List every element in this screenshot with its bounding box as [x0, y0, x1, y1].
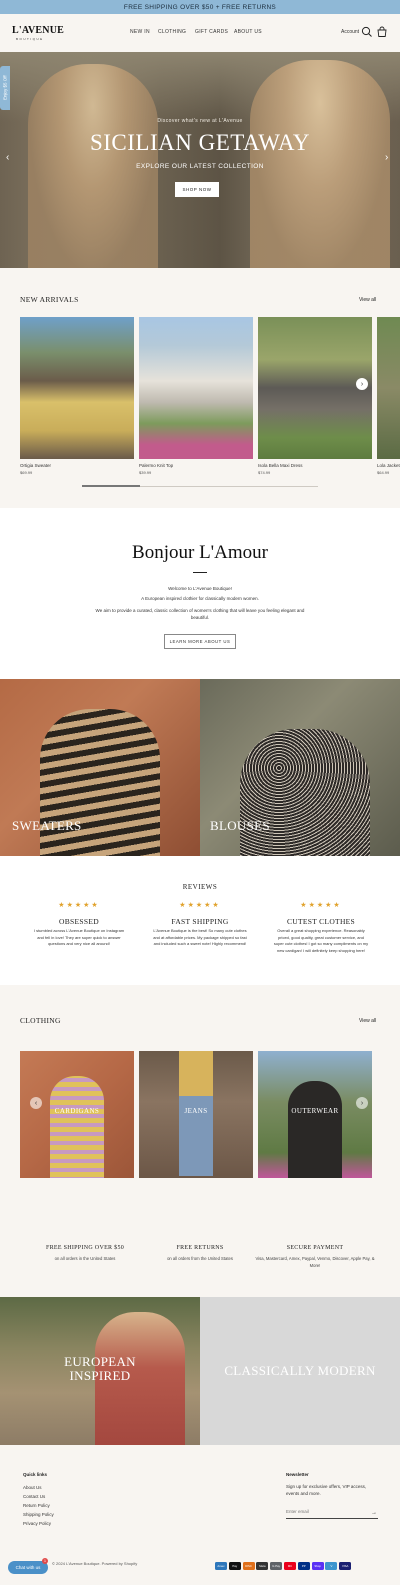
jeans-top: [179, 1051, 213, 1096]
feature-body: on all orders in the United States: [54, 1256, 116, 1261]
title-divider: [193, 572, 207, 573]
blouses-model: [240, 729, 370, 856]
product-image-palermo-knit-top[interactable]: [139, 317, 253, 459]
newsletter-email-input[interactable]: Enter email: [286, 1509, 378, 1519]
review-heading: FAST SHIPPING: [171, 917, 229, 926]
hero-subtitle: EXPLORE OUR LATEST COLLECTION: [136, 163, 264, 170]
product-price: $64.99: [377, 470, 390, 475]
about-welcome: Welcome to L'Avenue Boutique!: [168, 586, 232, 591]
cardigans-model: [50, 1076, 104, 1178]
product-name[interactable]: Ortigia Sweater: [20, 463, 51, 468]
clothing-tile-cardigans[interactable]: CARDIGANS: [20, 1051, 134, 1178]
feature-title: SECURE PAYMENT: [286, 1245, 344, 1251]
promo-right-text: CLASSICALLY MODERN: [224, 1363, 376, 1378]
review-body: L'Avenue Boutique is the best! So many c…: [153, 928, 247, 946]
announcement-bar: FREE SHIPPING OVER $50 + FREE RETURNS: [0, 0, 400, 14]
new-arrivals-title: NEW ARRIVALS: [20, 295, 79, 304]
nav-clothing[interactable]: CLOTHING: [158, 29, 186, 35]
hero-kicker: Discover what's new at L'Avenue: [157, 118, 243, 124]
new-arrivals-view-all[interactable]: View all: [359, 297, 376, 303]
clothing-tile-outerwear[interactable]: OUTERWEAR: [258, 1051, 372, 1178]
newsletter-submit-arrow-icon[interactable]: →: [371, 1510, 377, 1516]
footer-newsletter-title: Newsletter: [286, 1472, 309, 1477]
carousel-scroll-thumb[interactable]: [82, 485, 140, 487]
clothing-view-all[interactable]: View all: [359, 1018, 376, 1024]
announcement-text: FREE SHIPPING OVER $50 + FREE RETURNS: [123, 3, 277, 11]
payment-icon-mc: MC: [284, 1562, 296, 1570]
category-label-blouses[interactable]: BLOUSES: [210, 818, 270, 834]
clothing-next-icon[interactable]: ›: [356, 1097, 368, 1109]
product-image-ortigia-sweater[interactable]: [20, 317, 134, 459]
about-title: Bonjour L'Amour: [132, 542, 268, 563]
site-header: L'AVENUE BOUTIQUE NEW IN CLOTHING GIFT C…: [0, 14, 400, 52]
about-mission: We aim to provide a curated, classic col…: [95, 608, 305, 613]
clothing-tile-jeans[interactable]: JEANS: [139, 1051, 253, 1178]
hero-banner: [0, 52, 400, 268]
product-image-isola-bella-maxi-dress[interactable]: [258, 317, 372, 459]
category-label-sweaters[interactable]: SWEATERS: [12, 818, 82, 834]
feature-body: on all orders from the United States: [167, 1256, 233, 1261]
hero-prev-arrow-icon[interactable]: ‹: [6, 152, 9, 163]
chat-badge: 1: [42, 1558, 48, 1564]
product-name[interactable]: Lola Jacket: [377, 463, 400, 468]
clothing-label-outerwear: OUTERWEAR: [291, 1107, 339, 1115]
footer-link-shipping-policy[interactable]: Shipping Policy: [23, 1512, 54, 1517]
review-stars: ★★★★★: [300, 902, 342, 909]
shop-now-button[interactable]: SHOP NOW: [175, 182, 219, 197]
payment-icon-v: V: [325, 1562, 338, 1570]
review-heading: CUTEST CLOTHES: [286, 917, 356, 926]
product-name[interactable]: Palermo Knit Top: [139, 463, 173, 468]
nav-gift-cards[interactable]: GIFT CARDS: [195, 29, 228, 35]
review-stars: ★★★★★: [58, 902, 100, 909]
about-tagline: A European inspired clothier for classic…: [141, 596, 259, 601]
review-body: Overall a great shopping experience. Rea…: [273, 928, 369, 953]
search-icon[interactable]: [361, 26, 373, 38]
clothing-prev-icon[interactable]: ‹: [30, 1097, 42, 1109]
promo-left-line1: EUROPEAN: [64, 1354, 136, 1369]
about-mission-cont: beautiful.: [190, 615, 210, 620]
footer-link-about-us[interactable]: About Us: [23, 1485, 42, 1490]
footer-link-contact-us[interactable]: Contact Us: [23, 1494, 45, 1499]
promo-left-line2: INSPIRED: [69, 1368, 131, 1383]
footer-link-return-policy[interactable]: Return Policy: [23, 1503, 50, 1508]
payment-icon-pay: Pay: [228, 1562, 241, 1570]
product-price: $74.99: [258, 470, 271, 475]
payment-icon-meta: Meta: [256, 1562, 269, 1570]
outerwear-model: [288, 1081, 342, 1178]
feature-title: FREE RETURNS: [176, 1245, 224, 1251]
footer-quick-links-title: Quick links: [23, 1472, 48, 1477]
payment-icon-visa: VISA: [339, 1562, 352, 1570]
hero-title: SICILIAN GETAWAY: [89, 130, 311, 155]
product-price: $39.99: [139, 470, 152, 475]
product-image-lola-jacket[interactable]: [377, 317, 400, 459]
feature-body: Visa, Mastercard, Amex, Paypal, Venmo, D…: [255, 1256, 375, 1268]
payment-icon-pp: PP: [297, 1562, 310, 1570]
review-body: I stumbled across L'Avenue Boutique on I…: [33, 928, 125, 946]
reviews-title: REVIEWS: [182, 883, 218, 891]
nav-new-in[interactable]: NEW IN: [130, 29, 150, 35]
product-name[interactable]: Isola Bella Maxi Dress: [258, 463, 303, 468]
product-price: $69.99: [20, 470, 33, 475]
clothing-label-jeans: JEANS: [184, 1107, 208, 1115]
discount-side-tab[interactable]: Enjoy $5 Off: [0, 66, 10, 110]
cart-icon[interactable]: [376, 26, 388, 38]
logo[interactable]: L'AVENUE: [12, 25, 64, 36]
feature-title: FREE SHIPPING OVER $50: [45, 1245, 125, 1251]
review-heading: OBSESSED: [59, 917, 99, 926]
logo-subtitle: BOUTIQUE: [16, 37, 44, 41]
review-stars: ★★★★★: [179, 902, 221, 909]
clothing-title: CLOTHING: [20, 1016, 61, 1025]
nav-about-us[interactable]: ABOUT US: [234, 29, 262, 35]
account-link[interactable]: Account: [341, 29, 359, 35]
learn-more-button[interactable]: LEARN MORE ABOUT US: [164, 634, 236, 649]
payment-icon-shop: Shop: [311, 1562, 324, 1570]
carousel-next-icon[interactable]: ›: [356, 378, 368, 390]
hero-next-arrow-icon[interactable]: ›: [385, 152, 388, 163]
payment-icon-amex: Amex: [215, 1562, 227, 1570]
footer-copyright: © 2024 L'Avenue Boutique. Powered by Sho…: [52, 1561, 138, 1566]
payment-icon-disc: DISC: [242, 1562, 255, 1570]
footer-link-privacy-policy[interactable]: Privacy Policy: [23, 1521, 51, 1526]
payment-icon-g-pay: G Pay: [270, 1562, 283, 1570]
newsletter-text: Sign up for exclusive offers, VIP access…: [286, 1484, 367, 1496]
